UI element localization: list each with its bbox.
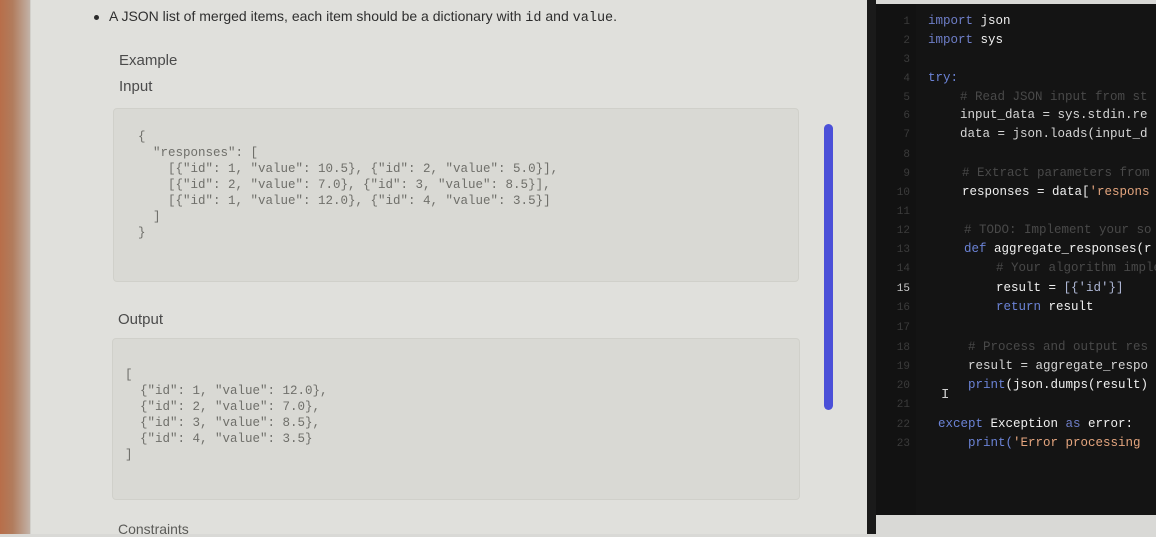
code-line[interactable]: # Process and output res: [938, 340, 1148, 354]
bullet-text: A JSON list of merged items, each item s…: [109, 8, 617, 26]
input-line: [{"id": 1, "value": 10.5}, {"id": 2, "va…: [138, 162, 559, 176]
code-line[interactable]: # TODO: Implement your so: [934, 223, 1152, 237]
line-number: 8: [903, 149, 910, 161]
line-number: 14: [896, 263, 910, 275]
output-line: [: [125, 368, 133, 382]
code-line[interactable]: print(json.dumps(result): [938, 378, 1148, 392]
line-number: 12: [896, 225, 910, 237]
input-line: ]: [138, 210, 161, 224]
line-number: 7: [903, 129, 910, 141]
example-heading: Example: [119, 52, 178, 69]
input-heading: Input: [119, 78, 153, 95]
input-line: [{"id": 2, "value": 7.0}, {"id": 3, "val…: [138, 178, 551, 192]
line-number: 4: [903, 73, 910, 85]
input-line: [{"id": 1, "value": 12.0}, {"id": 4, "va…: [138, 194, 551, 208]
output-line: {"id": 4, "value": 3.5}: [125, 432, 313, 446]
line-number: 15: [896, 283, 910, 295]
example-input-block: { "responses": [ [{"id": 1, "value": 10.…: [113, 108, 799, 282]
line-number: 21: [896, 399, 910, 411]
output-line: ]: [125, 448, 133, 462]
example-output-block: [ {"id": 1, "value": 12.0}, {"id": 2, "v…: [112, 338, 800, 500]
line-number: 5: [903, 92, 910, 104]
example-output-code: [ {"id": 1, "value": 12.0}, {"id": 2, "v…: [125, 367, 328, 463]
output-format-bullet: A JSON list of merged items, each item s…: [94, 8, 617, 26]
line-number: 17: [896, 322, 910, 334]
code-line[interactable]: def aggregate_responses(r: [934, 242, 1152, 256]
code-line[interactable]: return result: [936, 300, 1094, 314]
output-heading: Output: [118, 311, 164, 328]
bullet-text-part: A JSON list of merged items, each item s…: [109, 8, 526, 24]
input-line: {: [138, 130, 146, 144]
line-number: 11: [896, 206, 910, 218]
bullet-text-end: .: [613, 8, 618, 24]
bullet-icon: [94, 14, 99, 20]
code-line[interactable]: input_data = sys.stdin.re: [930, 108, 1148, 122]
output-line: {"id": 1, "value": 12.0},: [125, 384, 328, 398]
code-line[interactable]: responses = data['respons: [932, 185, 1150, 199]
line-number: 6: [903, 110, 910, 122]
text-cursor-icon: I: [941, 387, 950, 403]
constraints-heading: Constraints: [118, 521, 189, 537]
line-number: 2: [903, 35, 910, 47]
code-line[interactable]: data = json.loads(input_d: [930, 127, 1148, 141]
line-number: 23: [896, 438, 910, 450]
inline-code-id: id: [525, 11, 542, 26]
code-line[interactable]: except Exception as error:: [938, 417, 1133, 431]
code-line[interactable]: result = [{'id'}]: [936, 281, 1124, 295]
output-line: {"id": 2, "value": 7.0},: [125, 400, 321, 414]
input-line: }: [138, 226, 146, 240]
inline-code-value: value: [572, 11, 614, 26]
code-line[interactable]: result = aggregate_respo: [938, 359, 1148, 373]
line-number: 16: [896, 302, 910, 314]
split-pane-divider-handle[interactable]: [824, 124, 833, 410]
editor-left-border: [867, 0, 876, 534]
line-number: 18: [896, 342, 910, 354]
line-number-gutter: 1 2 3 4 5 6 7 8 9 10 11 12 13 14 15 16 17 18 19 20 21 22 23: [876, 4, 916, 515]
line-number: 10: [896, 187, 910, 199]
code-line[interactable]: # Read JSON input from st: [930, 90, 1148, 104]
line-number: 20: [896, 380, 910, 392]
line-number: 9: [903, 168, 910, 180]
line-number: 1: [903, 16, 910, 28]
code-line[interactable]: import json: [928, 14, 1011, 28]
code-editor[interactable]: 1 2 3 4 5 6 7 8 9 10 11 12 13 14 15 16 17 18 19 20 21 22 23 im…: [876, 4, 1156, 515]
code-line[interactable]: try:: [928, 71, 958, 85]
line-number: 22: [896, 419, 910, 431]
line-number: 13: [896, 244, 910, 256]
bullet-text-and: and: [541, 8, 573, 24]
line-number: 3: [903, 54, 910, 66]
code-line[interactable]: # Extract parameters from: [932, 166, 1150, 180]
input-line: "responses": [: [138, 146, 259, 160]
example-input-code: { "responses": [ [{"id": 1, "value": 10.…: [138, 129, 558, 241]
code-line[interactable]: print('Error processing: [938, 436, 1141, 450]
output-line: {"id": 3, "value": 8.5},: [125, 416, 321, 430]
code-line[interactable]: # Your algorithm imple: [936, 261, 1156, 275]
line-number: 19: [896, 361, 910, 373]
code-line[interactable]: import sys: [928, 33, 1003, 47]
